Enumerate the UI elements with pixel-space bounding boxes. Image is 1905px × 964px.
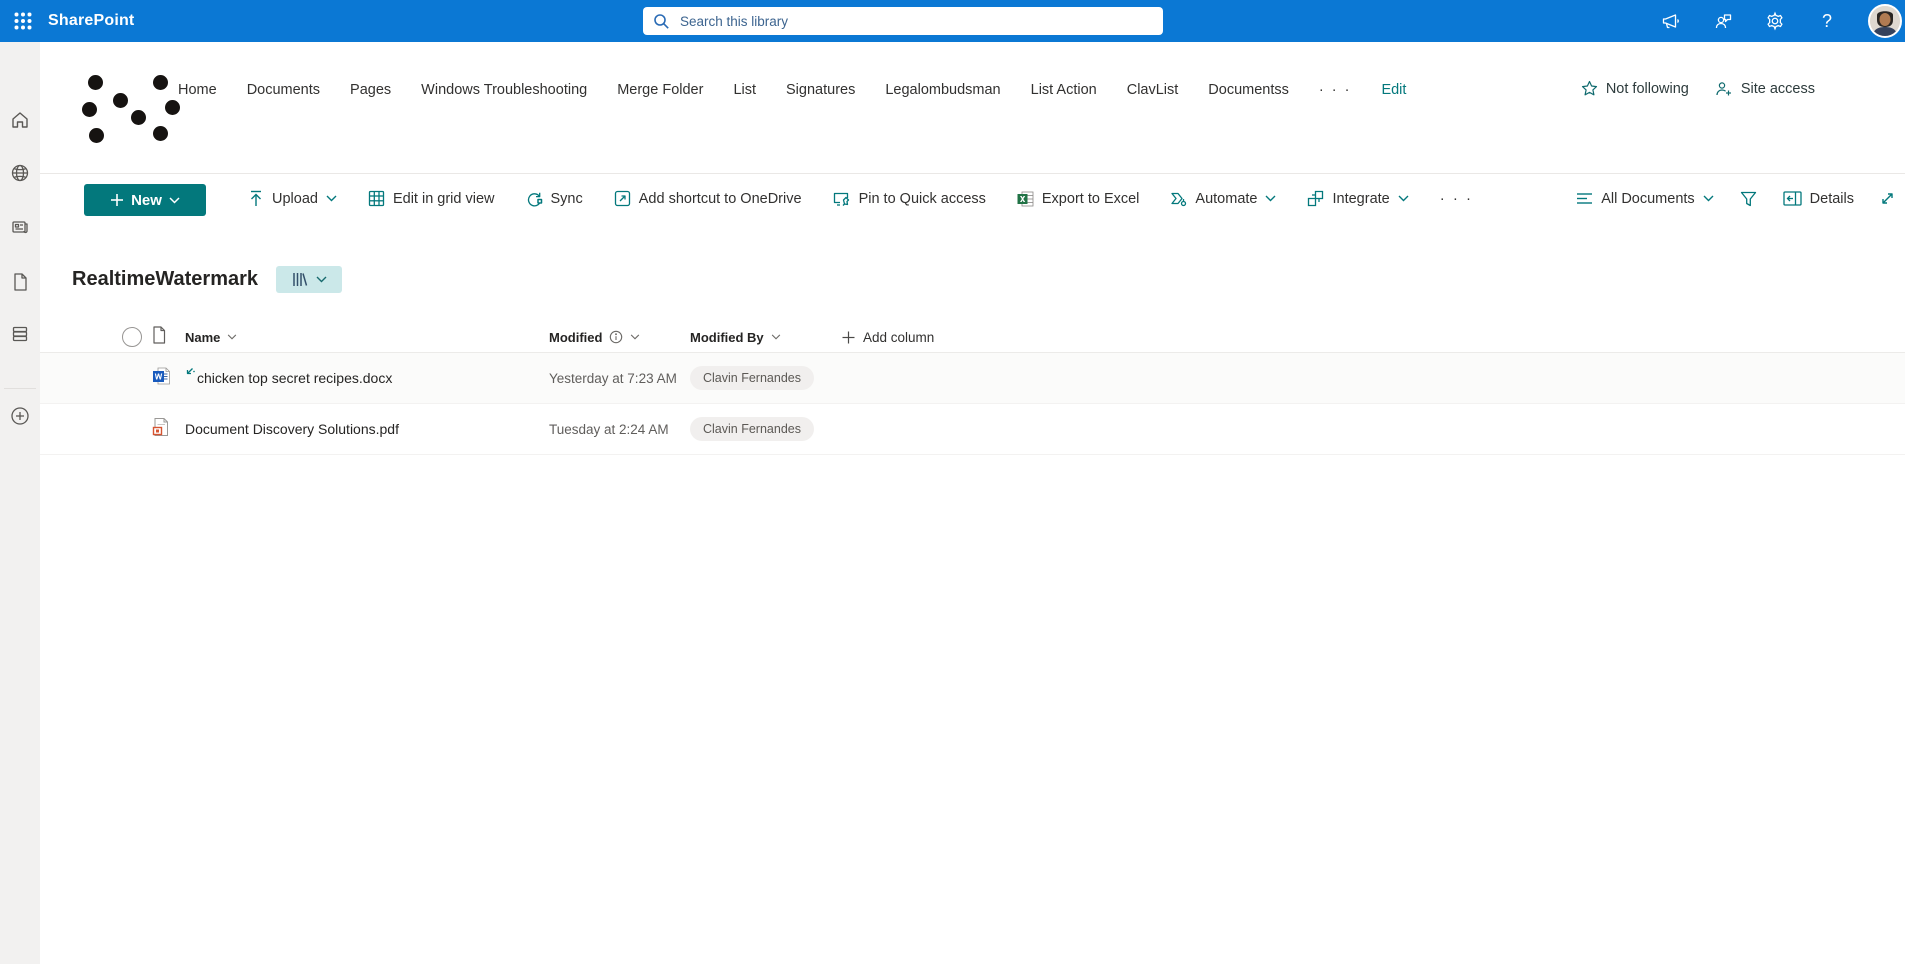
file-row[interactable]: chicken top secret recipes.docx Yesterda… bbox=[40, 353, 1905, 404]
expand-icon[interactable] bbox=[1880, 191, 1895, 206]
view-selector[interactable]: All Documents bbox=[1576, 191, 1714, 207]
filter-button[interactable] bbox=[1740, 191, 1757, 207]
info-icon bbox=[610, 330, 623, 344]
nav-item-pages[interactable]: Pages bbox=[350, 82, 391, 98]
library-title: RealtimeWatermark bbox=[72, 268, 259, 290]
export-to-excel-button[interactable]: Export to Excel bbox=[1017, 191, 1139, 207]
create-plus-icon[interactable] bbox=[0, 400, 40, 432]
search-icon bbox=[654, 13, 669, 29]
documents-list: Name Modified Modified By Add column chi… bbox=[40, 322, 1905, 455]
plus-icon bbox=[842, 331, 855, 343]
command-bar: New Upload Edit in grid view Sync Add sh… bbox=[40, 175, 1905, 222]
column-header-modified[interactable]: Modified bbox=[549, 330, 690, 345]
search-box[interactable] bbox=[643, 7, 1163, 35]
nav-item-list-action[interactable]: List Action bbox=[1031, 82, 1097, 98]
app-launcher-icon[interactable] bbox=[0, 0, 46, 42]
select-all-checkbox[interactable] bbox=[122, 327, 142, 347]
new-button[interactable]: New bbox=[84, 184, 206, 216]
details-button[interactable]: Details bbox=[1783, 191, 1854, 207]
site-nav: Home Documents Pages Windows Troubleshoo… bbox=[178, 82, 1406, 98]
details-pane-icon bbox=[1783, 191, 1802, 206]
file-name[interactable]: Document Discovery Solutions.pdf bbox=[185, 421, 549, 437]
document-icon[interactable] bbox=[0, 266, 40, 298]
chevron-down-icon bbox=[169, 196, 180, 204]
person-add-icon bbox=[1716, 81, 1731, 95]
nav-item-windows-troubleshooting[interactable]: Windows Troubleshooting bbox=[421, 82, 587, 98]
library-type-badge[interactable] bbox=[276, 266, 343, 293]
site-access-button[interactable]: Site access bbox=[1715, 81, 1815, 97]
sync-button[interactable]: Sync bbox=[526, 190, 583, 207]
upload-icon bbox=[251, 190, 261, 206]
nav-overflow-icon[interactable]: · · · bbox=[1319, 82, 1352, 98]
view-options-icon bbox=[1577, 193, 1593, 204]
integrate-icon bbox=[1308, 190, 1324, 207]
pin-quick-access-button[interactable]: Pin to Quick access bbox=[833, 191, 986, 207]
nav-item-documents[interactable]: Documents bbox=[247, 82, 320, 98]
word-file-icon bbox=[152, 366, 185, 391]
plus-icon bbox=[111, 194, 124, 206]
rail-divider bbox=[4, 388, 36, 389]
nav-item-home[interactable]: Home bbox=[178, 82, 217, 98]
nav-item-signatures[interactable]: Signatures bbox=[786, 82, 855, 98]
megaphone-icon[interactable] bbox=[1660, 10, 1682, 32]
filter-icon bbox=[1740, 191, 1756, 206]
automate-button[interactable]: Automate bbox=[1170, 190, 1276, 207]
nav-item-list[interactable]: List bbox=[733, 82, 756, 98]
help-icon[interactable]: ? bbox=[1816, 10, 1838, 32]
shortcut-icon bbox=[614, 190, 630, 207]
column-header-modified-by[interactable]: Modified By bbox=[690, 330, 842, 345]
add-shortcut-onedrive-button[interactable]: Add shortcut to OneDrive bbox=[614, 190, 802, 207]
nav-edit-link[interactable]: Edit bbox=[1381, 82, 1406, 98]
file-row[interactable]: Document Discovery Solutions.pdf Tuesday… bbox=[40, 404, 1905, 455]
edit-in-grid-view-button[interactable]: Edit in grid view bbox=[368, 190, 495, 207]
brand-title[interactable]: SharePoint bbox=[48, 12, 134, 30]
site-access-label: Site access bbox=[1740, 80, 1815, 97]
star-icon bbox=[1581, 80, 1597, 96]
list-header-row: Name Modified Modified By Add column bbox=[40, 322, 1905, 353]
integrate-button[interactable]: Integrate bbox=[1307, 190, 1409, 207]
add-column-button[interactable]: Add column bbox=[842, 330, 1905, 345]
suite-bar: SharePoint ? bbox=[0, 0, 1905, 42]
lists-icon[interactable] bbox=[0, 318, 40, 350]
search-input[interactable] bbox=[680, 13, 1153, 29]
pdf-file-icon bbox=[152, 417, 185, 442]
follow-button[interactable]: Not following bbox=[1581, 80, 1689, 97]
grid-view-icon bbox=[368, 190, 385, 207]
file-modified: Tuesday at 2:24 AM bbox=[549, 421, 669, 437]
modified-by-pill[interactable]: Clavin Fernandes bbox=[690, 366, 814, 390]
new-button-label: New bbox=[131, 191, 162, 209]
left-rail bbox=[0, 42, 40, 964]
file-modified: Yesterday at 7:23 AM bbox=[549, 370, 677, 386]
chevron-down-icon bbox=[316, 276, 327, 283]
nav-item-documentss[interactable]: Documentss bbox=[1208, 82, 1289, 98]
modified-by-pill[interactable]: Clavin Fernandes bbox=[690, 417, 814, 441]
automate-icon bbox=[1171, 192, 1187, 207]
file-type-column-icon[interactable] bbox=[152, 325, 185, 349]
column-header-name[interactable]: Name bbox=[185, 330, 549, 345]
account-avatar[interactable] bbox=[1868, 4, 1902, 38]
upload-button[interactable]: Upload bbox=[248, 190, 337, 207]
news-icon[interactable] bbox=[0, 211, 40, 243]
pin-icon bbox=[833, 192, 849, 206]
file-name[interactable]: chicken top secret recipes.docx bbox=[185, 368, 549, 386]
home-icon[interactable] bbox=[0, 104, 40, 136]
feedback-icon[interactable] bbox=[1712, 10, 1734, 32]
command-overflow-icon[interactable]: · · · bbox=[1440, 190, 1473, 207]
follow-label: Not following bbox=[1605, 80, 1689, 97]
library-icon bbox=[292, 273, 307, 286]
nav-item-clavlist[interactable]: ClavList bbox=[1127, 82, 1179, 98]
globe-icon[interactable] bbox=[0, 157, 40, 189]
nav-item-merge-folder[interactable]: Merge Folder bbox=[617, 82, 703, 98]
site-header: Home Documents Pages Windows Troubleshoo… bbox=[40, 42, 1905, 174]
gear-icon[interactable] bbox=[1764, 10, 1786, 32]
nav-item-legalombudsman[interactable]: Legalombudsman bbox=[885, 82, 1000, 98]
new-item-icon bbox=[184, 364, 195, 380]
library-content: RealtimeWatermark Name Modified Modified… bbox=[40, 222, 1905, 964]
excel-icon bbox=[1017, 191, 1034, 206]
sync-icon bbox=[527, 192, 542, 207]
